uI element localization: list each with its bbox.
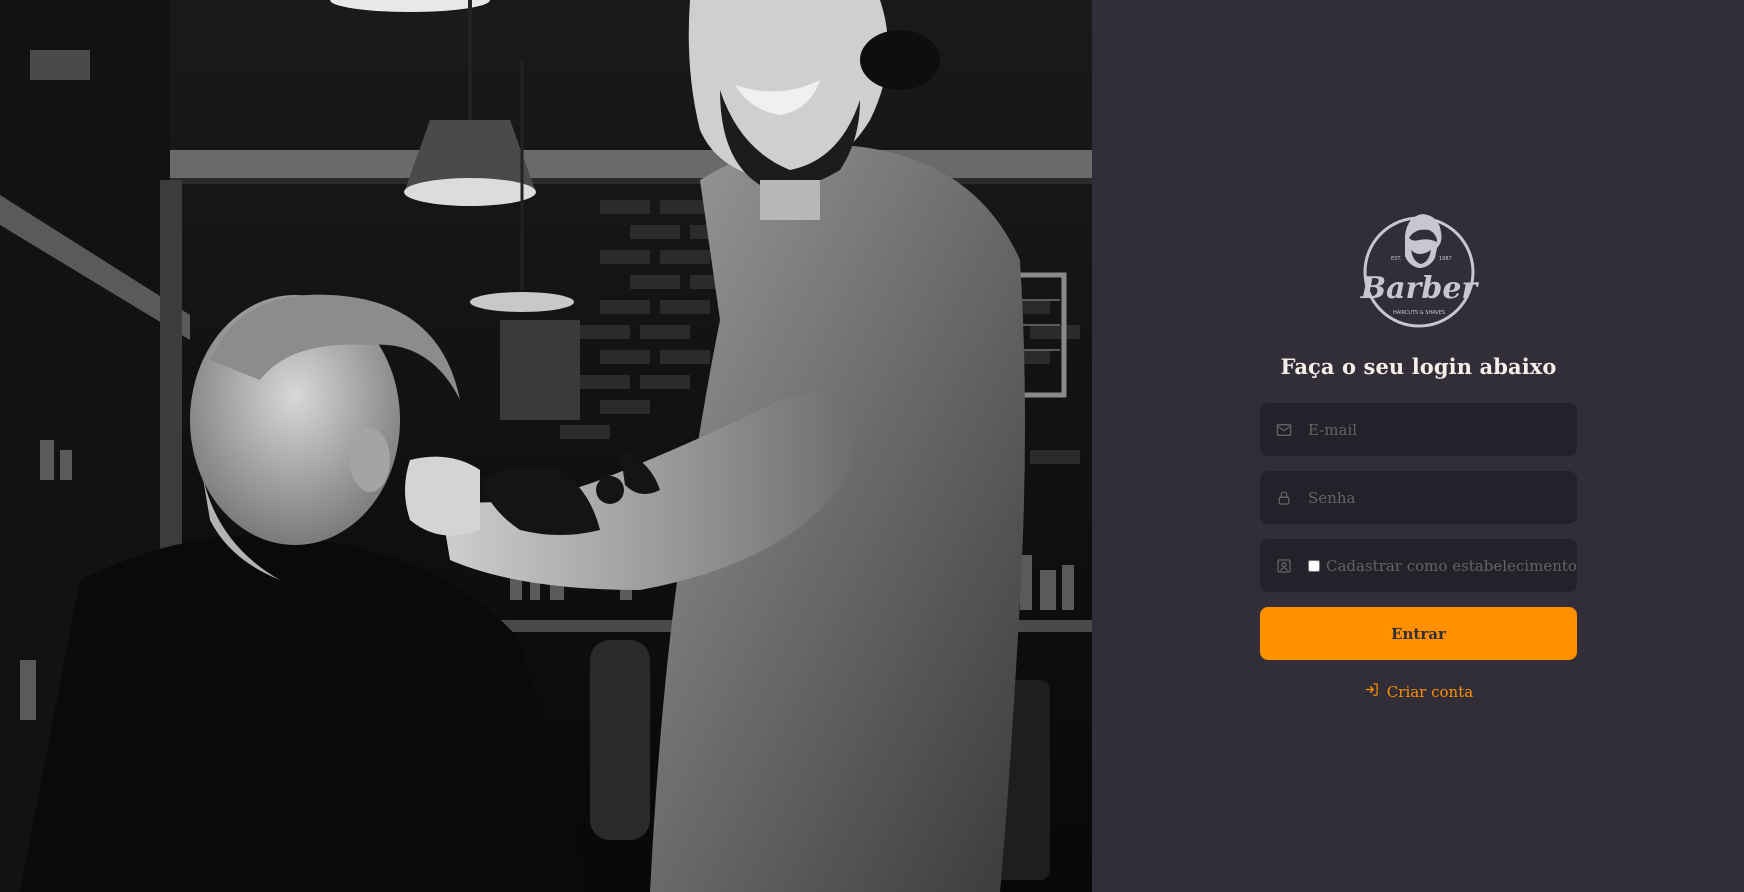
- login-page: EST. 1987 Barber HAIRCUTS & SHAVES Faça …: [0, 0, 1744, 892]
- logo-brand-text: Barber: [1359, 271, 1478, 306]
- password-input[interactable]: [1308, 471, 1577, 524]
- barber-logo: EST. 1987 Barber HAIRCUTS & SHAVES: [1359, 214, 1479, 328]
- email-field: [1260, 403, 1577, 456]
- email-input[interactable]: [1308, 403, 1577, 456]
- establishment-field: Cadastrar como estabelecimento: [1260, 539, 1577, 592]
- logo-est-left: EST.: [1391, 256, 1402, 262]
- establishment-checkbox-row[interactable]: Cadastrar como estabelecimento: [1308, 557, 1577, 575]
- mail-icon: [1276, 422, 1292, 438]
- login-panel: EST. 1987 Barber HAIRCUTS & SHAVES Faça …: [1092, 0, 1744, 892]
- log-in-icon: [1364, 682, 1379, 701]
- login-button[interactable]: Entrar: [1260, 607, 1577, 660]
- create-account-label: Criar conta: [1386, 682, 1474, 701]
- lock-icon: [1276, 490, 1292, 506]
- user-badge-icon: [1276, 558, 1292, 574]
- establishment-label: Cadastrar como estabelecimento: [1326, 556, 1577, 575]
- logo-est-right: 1987: [1439, 256, 1452, 262]
- logo-tagline: HAIRCUTS & SHAVES: [1392, 310, 1444, 316]
- hero-photo: [0, 0, 1092, 892]
- login-form: EST. 1987 Barber HAIRCUTS & SHAVES Faça …: [1260, 206, 1577, 701]
- login-title: Faça o seu login abaixo: [1280, 354, 1557, 379]
- create-account-link[interactable]: Criar conta: [1364, 682, 1473, 701]
- password-field: [1260, 471, 1577, 524]
- barbershop-photo: [0, 0, 1092, 892]
- establishment-checkbox[interactable]: [1308, 559, 1320, 572]
